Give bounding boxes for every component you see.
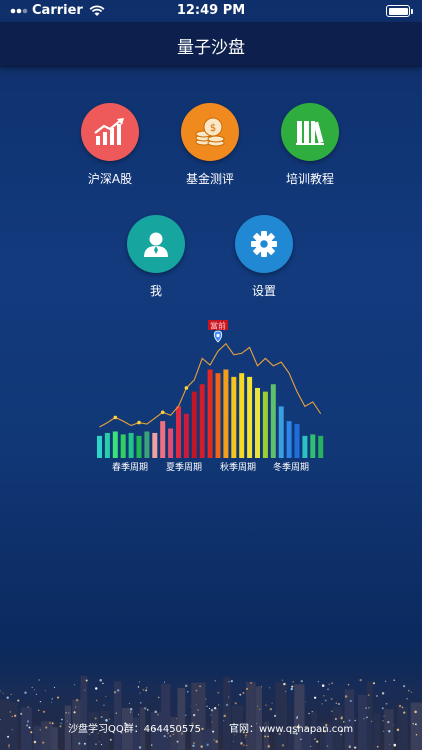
chart-bar: [302, 435, 308, 458]
chart-bar: [231, 376, 237, 458]
coins-icon: $: [195, 117, 225, 147]
status-time: 12:49 PM: [176, 3, 246, 18]
chart-bar: [207, 369, 213, 458]
menu-label: 设置: [251, 284, 276, 298]
gear-icon: [251, 231, 277, 257]
menu-item-training[interactable]: 培训教程: [260, 103, 360, 187]
chart-trend-dot: [160, 410, 165, 415]
chart-bar: [255, 387, 260, 458]
menu-icon-circle[interactable]: $: [181, 103, 239, 161]
battery-icon: [386, 5, 413, 17]
chart-trend-dot: [113, 415, 118, 420]
page-title: 量子沙盘: [177, 38, 245, 58]
menu-label: 基金测评: [185, 172, 234, 186]
website-text: 官网：www.qshapan.com: [229, 724, 354, 735]
chart-bar: [128, 432, 134, 458]
chart-trend-dot: [137, 420, 141, 425]
user-icon: [144, 232, 168, 257]
menu-icon-circle[interactable]: [81, 103, 139, 161]
chart-bar: [294, 424, 300, 458]
menu-icon-circle[interactable]: [127, 215, 185, 273]
chart-bar: [160, 421, 166, 458]
chart-bar: [215, 373, 221, 458]
menu-label: 培训教程: [285, 172, 334, 186]
books-icon: [296, 121, 324, 145]
chart-bar: [199, 384, 205, 458]
menu-icon-circle[interactable]: [235, 215, 293, 273]
season-label: 秋季周期: [220, 461, 256, 473]
rising-chart-icon: [94, 118, 124, 145]
location-pin-dot: [216, 333, 220, 338]
menu-icon-circle[interactable]: [281, 103, 339, 161]
current-marker-label: 當前: [210, 321, 226, 331]
season-label: 冬季周期: [273, 461, 309, 473]
chart-bar: [286, 421, 292, 458]
nav-bar: 量子沙盘: [0, 22, 422, 67]
menu-item-settings[interactable]: 设置: [214, 215, 314, 299]
season-cycle-chart: 當前春季周期 夏季周期 秋季周期 冬季周期: [97, 320, 324, 473]
qq-group-text: 沙盘学习QQ群：464450575: [68, 724, 202, 735]
chart-bar: [310, 434, 316, 458]
chart-bar: [191, 391, 197, 458]
menu-item-stocks[interactable]: 沪深A股: [60, 103, 160, 187]
svg-text:$: $: [210, 123, 216, 134]
chart-bar: [262, 391, 268, 458]
chart-bar: [223, 369, 229, 458]
footer: 沙盘学习QQ群：464450575 官网：www.qshapan.com: [0, 720, 422, 736]
menu-item-me[interactable]: 我: [106, 215, 206, 299]
chart-bar: [176, 406, 181, 458]
chart-bar: [278, 406, 284, 458]
chart-bar: [97, 435, 102, 458]
chart-bar: [270, 384, 276, 458]
chart-bar: [183, 413, 189, 458]
status-bar: Carrier 12:49 PM: [0, 0, 422, 22]
chart-bar: [168, 428, 174, 458]
season-label: 夏季周期: [166, 461, 202, 473]
menu-item-fund-evaluation[interactable]: $ 基金测评: [160, 103, 260, 187]
chart-bar: [104, 432, 110, 458]
chart-bar: [247, 376, 253, 458]
chart-bar: [318, 435, 324, 458]
chart-bar: [120, 434, 126, 458]
chart-bar: [144, 431, 150, 458]
chart-bar: [152, 432, 158, 458]
chart-bar: [239, 373, 245, 458]
menu-label: 我: [149, 284, 162, 298]
season-label: 春季周期: [112, 461, 148, 473]
chart-bar: [112, 431, 118, 458]
chart-bar: [136, 435, 142, 458]
chart-trend-dot: [184, 386, 189, 390]
menu-label: 沪深A股: [87, 172, 133, 186]
